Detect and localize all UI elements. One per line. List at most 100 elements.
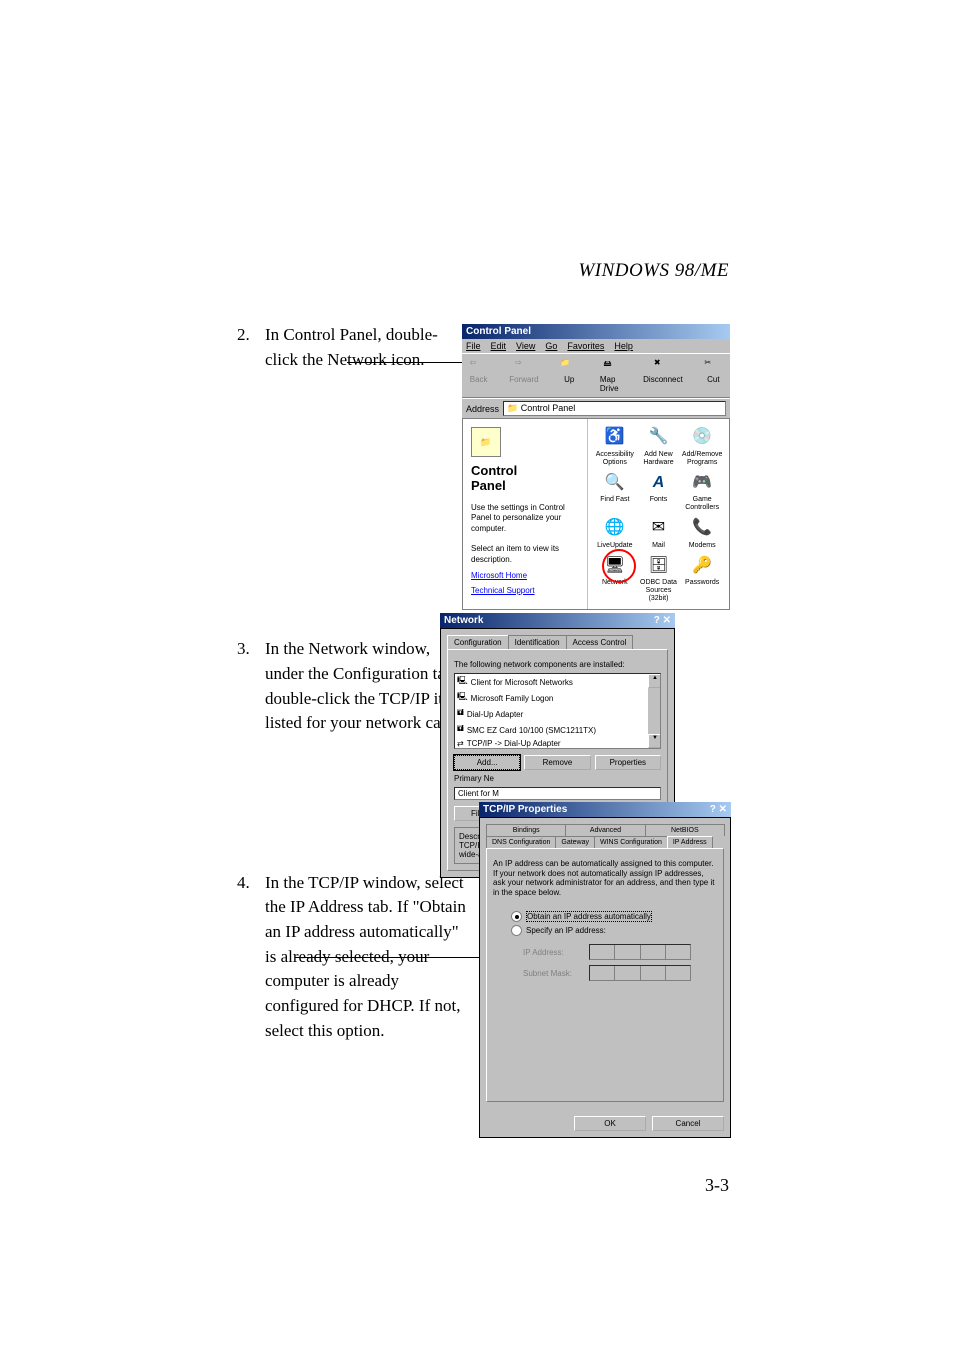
menu-view[interactable]: View — [516, 341, 535, 351]
menu-edit[interactable]: Edit — [491, 341, 507, 351]
page-header: WINDOWS 98/ME — [578, 260, 729, 282]
scrollbar[interactable]: ▲▼ — [648, 674, 660, 748]
ms-home-link[interactable]: Microsoft Home — [471, 571, 579, 580]
sidebar-desc: Use the settings in Control Panel to per… — [471, 503, 579, 534]
radio-group: Obtain an IP address automatically Speci… — [511, 911, 717, 936]
tab-advanced[interactable]: Advanced — [565, 824, 645, 836]
dialog-title: Network — [444, 615, 483, 626]
sidebar-desc: Select an item to view its description. — [471, 544, 579, 565]
subnet-mask-label: Subnet Mask: — [523, 969, 583, 978]
control-panel-sidebar: 📁 Control Panel Use the settings in Cont… — [463, 419, 588, 609]
page-number: 3-3 — [705, 1175, 729, 1196]
tab-ip-address[interactable]: IP Address — [667, 836, 713, 848]
back-button[interactable]: ⇦Back — [466, 358, 491, 393]
tab-panel: An IP address can be automatically assig… — [486, 848, 724, 1102]
ip-address-field — [589, 944, 691, 960]
passwords-icon[interactable]: 🔑Passwords — [681, 553, 723, 602]
tech-support-link[interactable]: Technical Support — [471, 586, 579, 595]
modems-icon[interactable]: 📞Modems — [681, 516, 723, 550]
control-panel-window: Control Panel File Edit View Go Favorite… — [462, 324, 730, 610]
odbc-icon[interactable]: 🗄ODBC Data Sources (32bit) — [638, 553, 680, 602]
step-text: In Control Panel, double-click the Netwo… — [265, 323, 467, 372]
mail-icon[interactable]: ✉Mail — [638, 516, 680, 550]
control-panel-body: 📁 Control Panel Use the settings in Cont… — [462, 418, 730, 610]
tab-identification[interactable]: Identification — [508, 635, 567, 649]
titlebar: TCP/IP Properties ? ✕ — [479, 802, 731, 817]
fonts-icon[interactable]: AFonts — [638, 470, 680, 511]
properties-button[interactable]: Properties — [595, 755, 661, 770]
address-label: Address — [466, 404, 499, 414]
step-number: 3. — [237, 637, 265, 736]
menu-go[interactable]: Go — [545, 341, 557, 351]
help-close-icons[interactable]: ? ✕ — [654, 615, 671, 626]
step-2: 2. In Control Panel, double-click the Ne… — [237, 323, 467, 372]
tabs-row1: Bindings Advanced NetBIOS — [486, 824, 724, 836]
components-listbox[interactable]: 🖳 Client for Microsoft Networks 🖳 Micros… — [454, 673, 661, 749]
network-icon[interactable]: 🖥Network — [594, 553, 636, 602]
up-button[interactable]: 📁Up — [557, 358, 582, 393]
list-item[interactable]: 🖬 Dial-Up Adapter — [455, 706, 660, 722]
step-3: 3. In the Network window, under the Conf… — [237, 637, 467, 736]
highlight-circle — [602, 549, 636, 583]
list-item[interactable]: 🖳 Microsoft Family Logon — [455, 690, 660, 706]
sidebar-title: Control — [471, 463, 579, 478]
scroll-up-icon[interactable]: ▲ — [648, 674, 661, 688]
menubar: File Edit View Go Favorites Help — [462, 339, 730, 353]
window-title: Control Panel — [466, 326, 531, 337]
subnet-mask-field — [589, 965, 691, 981]
cut-button[interactable]: ✂Cut — [701, 358, 726, 393]
radio-icon — [511, 911, 522, 922]
address-bar: Address 📁 Control Panel — [462, 398, 730, 418]
instruction-steps: 2. In Control Panel, double-click the Ne… — [237, 323, 467, 1323]
dialog-title: TCP/IP Properties — [483, 804, 567, 815]
tab-bindings[interactable]: Bindings — [486, 824, 566, 836]
toolbar: ⇦Back ⇨Forward 📁Up 🖴Map Drive ✖Disconnec… — [462, 353, 730, 398]
radio-specify[interactable]: Specify an IP address: — [511, 925, 717, 936]
tab-access-control[interactable]: Access Control — [566, 635, 634, 649]
menu-favorites[interactable]: Favorites — [567, 341, 604, 351]
primary-select[interactable]: Client for M — [454, 787, 661, 800]
leader-line — [347, 362, 462, 363]
address-field[interactable]: 📁 Control Panel — [503, 401, 726, 416]
step-number: 4. — [237, 871, 265, 1043]
list-item[interactable]: 🖬 SMC EZ Card 10/100 (SMC1211TX) — [455, 722, 660, 738]
ip-fields-group: IP Address: Subnet Mask: — [523, 944, 717, 981]
tab-wins[interactable]: WINS Configuration — [594, 836, 668, 848]
forward-button[interactable]: ⇨Forward — [509, 358, 538, 393]
leader-line — [295, 957, 480, 958]
radio-obtain-auto[interactable]: Obtain an IP address automatically — [511, 911, 717, 922]
add-remove-icon[interactable]: 💿Add/Remove Programs — [681, 425, 723, 466]
scroll-down-icon[interactable]: ▼ — [648, 734, 661, 748]
tab-dns[interactable]: DNS Configuration — [486, 836, 556, 848]
control-panel-icons: ♿Accessibility Options 🔧Add New Hardware… — [588, 419, 729, 609]
map-drive-button[interactable]: 🖴Map Drive — [600, 358, 625, 393]
ip-description: An IP address can be automatically assig… — [493, 859, 717, 897]
step-text: In the Network window, under the Configu… — [265, 637, 467, 736]
tab-gateway[interactable]: Gateway — [555, 836, 595, 848]
add-hardware-icon[interactable]: 🔧Add New Hardware — [638, 425, 680, 466]
add-button[interactable]: Add... — [454, 755, 520, 770]
ok-button[interactable]: OK — [574, 1116, 646, 1131]
disconnect-button[interactable]: ✖Disconnect — [643, 358, 683, 393]
tabs-row2: DNS Configuration Gateway WINS Configura… — [486, 836, 724, 848]
radio-icon — [511, 925, 522, 936]
liveupdate-icon[interactable]: 🌐LiveUpdate — [594, 516, 636, 550]
tab-configuration[interactable]: Configuration — [447, 635, 509, 649]
list-item[interactable]: 🖳 Client for Microsoft Networks — [455, 674, 660, 690]
menu-help[interactable]: Help — [614, 341, 633, 351]
tabs: Configuration Identification Access Cont… — [447, 635, 668, 649]
titlebar: Network ? ✕ — [440, 613, 675, 628]
find-fast-icon[interactable]: 🔍Find Fast — [594, 470, 636, 511]
folder-icon: 📁 — [471, 427, 501, 457]
sidebar-title: Panel — [471, 478, 579, 493]
primary-label: Primary Ne — [454, 774, 661, 783]
game-controllers-icon[interactable]: 🎮Game Controllers — [681, 470, 723, 511]
accessibility-icon[interactable]: ♿Accessibility Options — [594, 425, 636, 466]
help-close-icons[interactable]: ? ✕ — [710, 804, 727, 815]
tab-netbios[interactable]: NetBIOS — [645, 824, 725, 836]
remove-button[interactable]: Remove — [524, 755, 590, 770]
list-item[interactable]: ⇄ TCP/IP -> Dial-Up Adapter — [455, 738, 660, 749]
cancel-button[interactable]: Cancel — [652, 1116, 724, 1131]
components-label: The following network components are ins… — [454, 660, 661, 669]
menu-file[interactable]: File — [466, 341, 481, 351]
